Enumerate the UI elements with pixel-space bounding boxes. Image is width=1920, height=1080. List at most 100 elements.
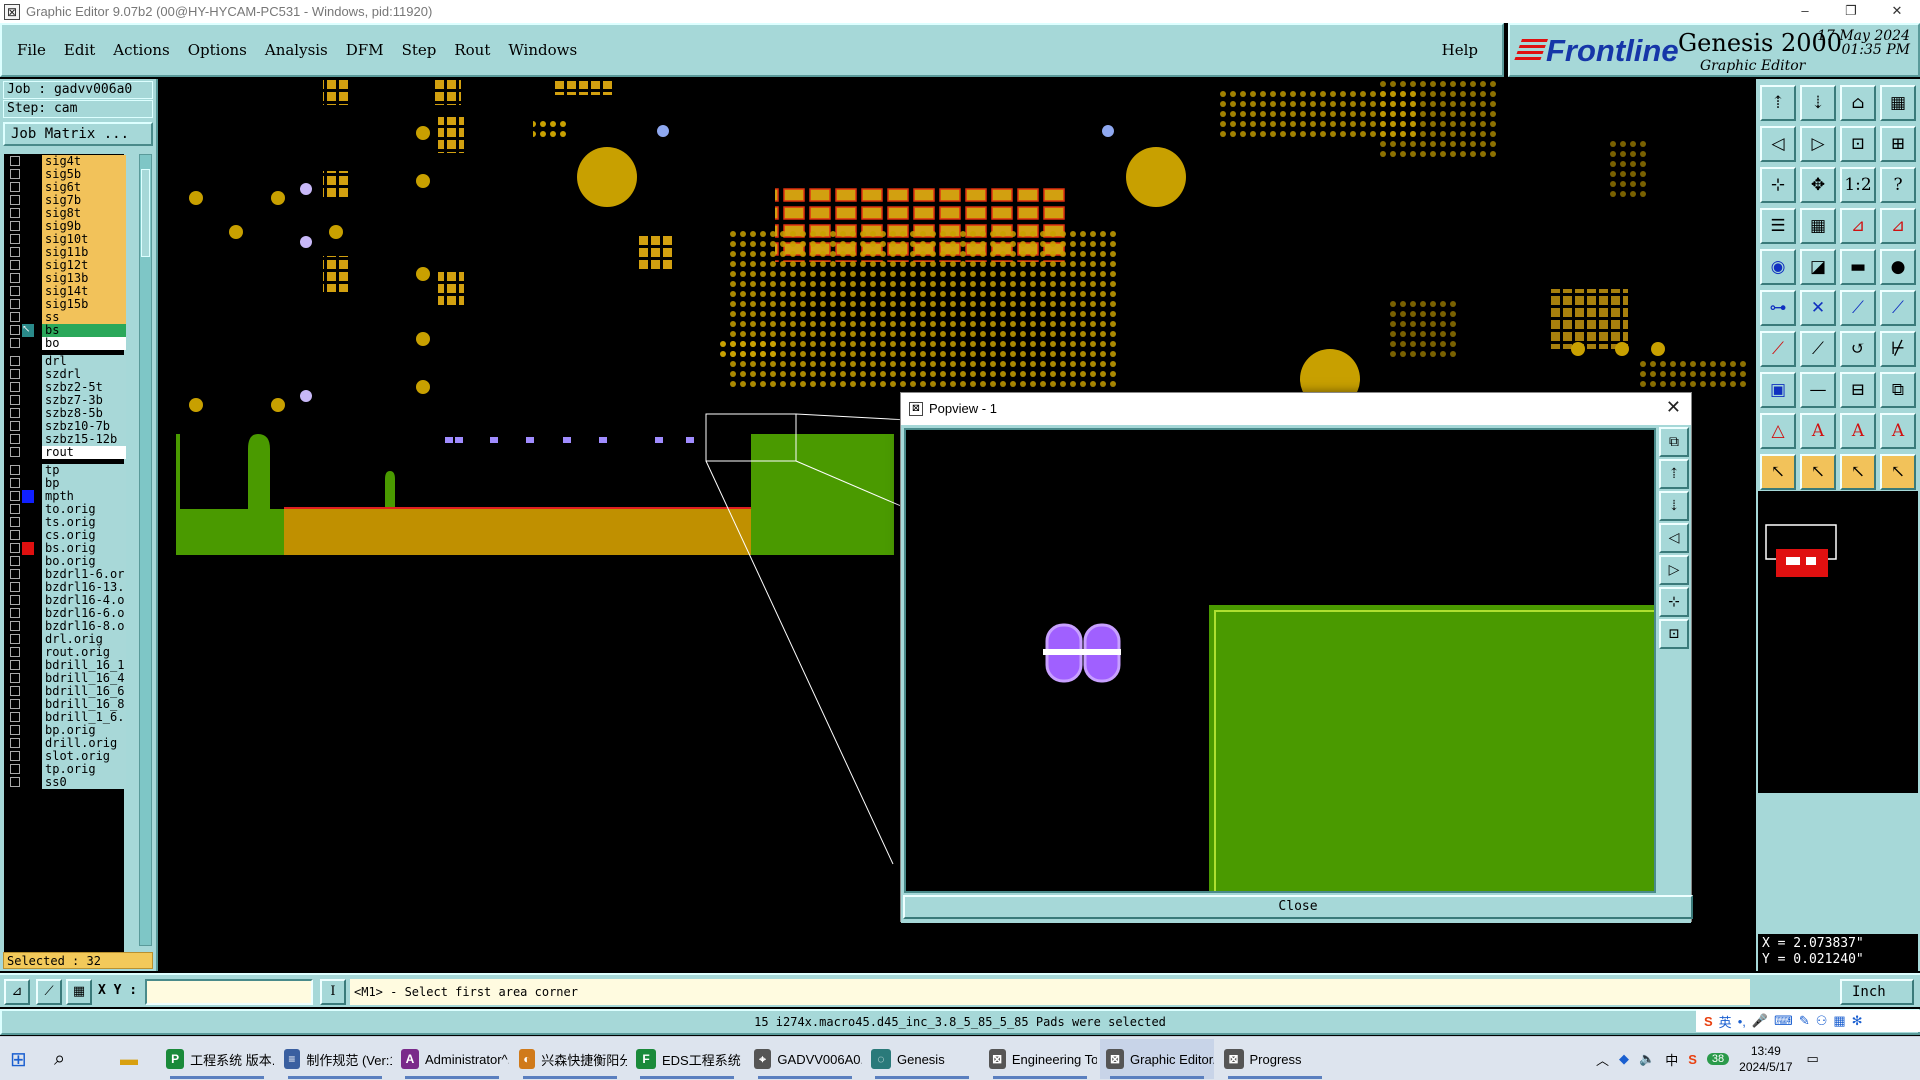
layer-row[interactable]: bzdrl16-13. [4,580,126,594]
layer-checkbox[interactable] [10,221,20,231]
layer-checkbox[interactable] [10,169,20,179]
layer-name[interactable]: bs.orig [42,541,126,555]
menu-options[interactable]: Options [179,41,256,59]
input-lang[interactable]: 中 [1665,1050,1678,1069]
tray-badge[interactable]: 38 [1706,1053,1730,1065]
line-node-icon[interactable]: ⟋ [1840,290,1876,326]
layer-checkbox[interactable] [10,647,20,657]
layer-name[interactable]: ts.orig [42,515,126,529]
layer-name[interactable]: bp [42,476,126,490]
taskbar-app[interactable]: ⌖ GADVV006A0... [748,1039,862,1079]
layer-row[interactable]: szdrl [4,367,126,381]
circle-icon[interactable]: ● [1880,249,1916,285]
popview-home-icon[interactable]: ⊡ [1659,619,1689,649]
layer-row[interactable]: bzdrl16-4.o [4,593,126,607]
layer-name[interactable]: bzdrl1-6.or [42,567,126,581]
layer-name[interactable]: to.orig [42,502,126,516]
settings-icon[interactable]: ✻ [1852,1013,1863,1029]
popview-fit-icon[interactable]: ⊹ [1659,587,1689,617]
layer-row[interactable]: tp.orig [4,762,126,776]
layer-name[interactable]: bzdrl16-13. [42,580,126,594]
taskbar-app[interactable]: ◐ 兴森快捷衡阳分... [513,1039,627,1079]
line-dash-icon[interactable]: — [1800,372,1836,408]
ime-mode[interactable]: 英 [1719,1012,1732,1031]
text-a3-icon[interactable]: A [1880,413,1916,449]
ime-toolbar[interactable]: S 英 •, 🎤 ⌨ ✎ ⚇ ▦ ✻ [1696,1010,1920,1032]
layer-name[interactable]: sig14t [42,284,126,298]
layer-row[interactable]: szbz7-3b [4,393,126,407]
menu-windows[interactable]: Windows [499,41,586,59]
line-red-icon[interactable]: ⟋ [1760,331,1796,367]
layer-checkbox[interactable] [10,260,20,270]
layer-name[interactable]: bzdrl16-6.o [42,606,126,620]
layer-row[interactable]: szbz10-7b [4,419,126,433]
layer-checkbox[interactable] [10,478,20,488]
tray-clock[interactable]: 13:49 2024/5/17 [1739,1043,1792,1075]
taskbar-app[interactable]: A Administrator^... [395,1039,509,1079]
layer-row[interactable]: sig14t [4,284,126,298]
menu-rout[interactable]: Rout [445,41,499,59]
layer-row[interactable]: bdrill_16_1 [4,658,126,672]
sogou-icon[interactable]: S [1704,1014,1713,1029]
layer-row[interactable]: sig4t [4,154,126,168]
taskbar-app[interactable]: ⊠ Progress [1218,1039,1332,1079]
skin-icon[interactable]: ✎ [1799,1013,1810,1029]
square-red-icon[interactable]: ▣ [1760,372,1796,408]
layer-name[interactable]: tp.orig [42,762,126,776]
text-a-icon[interactable]: A [1800,413,1836,449]
taskbar-app[interactable]: ⊠ Graphic Editor... [1100,1039,1214,1079]
zoom-right-icon[interactable]: ▷ [1800,126,1836,162]
layer-row[interactable]: bdrill_1_6. [4,710,126,724]
layer-name[interactable]: szbz7-3b [42,393,126,407]
punct-icon[interactable]: •, [1738,1014,1746,1029]
layer-name[interactable]: sig6t [42,180,126,194]
layer-name[interactable]: rout [42,445,126,459]
layer-checkbox[interactable] [10,777,20,787]
popview-close-button[interactable]: Close [903,895,1693,919]
volume-icon[interactable]: 🔈 [1639,1051,1655,1067]
triangle-icon[interactable]: △ [1760,413,1796,449]
arc-icon[interactable]: ↺ [1840,331,1876,367]
window-icon[interactable]: ▦ [1880,85,1916,121]
layer-name[interactable]: drl [42,354,126,368]
layer-checkbox[interactable] [10,356,20,366]
grid-mode-icon[interactable]: ▦ [66,979,92,1005]
text-cursor-icon[interactable]: I [320,979,346,1005]
layer-checkbox[interactable] [10,504,20,514]
game-icon[interactable]: ⚇ [1816,1013,1828,1029]
layer-name[interactable]: sig5b [42,167,126,181]
layer-row[interactable]: sig10t [4,232,126,246]
notification-icon[interactable]: ▭ [1807,1051,1819,1067]
layer-name[interactable]: bo [42,336,126,350]
menu-analysis[interactable]: Analysis [256,41,337,59]
layer-checkbox[interactable] [10,673,20,683]
line-node2-icon[interactable]: ⟋ [1880,290,1916,326]
layer-name[interactable]: bo.orig [42,554,126,568]
layer-row[interactable]: bo.orig [4,554,126,568]
layer-row[interactable]: sig13b [4,271,126,285]
popview-close-icon[interactable]: ✕ [1666,397,1681,419]
menu-step[interactable]: Step [393,41,446,59]
layer-checkbox[interactable] [10,517,20,527]
layer-name[interactable]: drill.orig [42,736,126,750]
layer-row[interactable]: slot.orig [4,749,126,763]
taskbar-app[interactable]: ◌ Genesis [865,1039,979,1079]
security-icon[interactable]: ◆ [1619,1051,1629,1067]
minimize-button[interactable]: – [1782,0,1828,23]
layer-checkbox[interactable] [10,408,20,418]
layer-checkbox[interactable] [10,686,20,696]
layer-checkbox[interactable] [10,556,20,566]
line-split-icon[interactable]: ⊬ [1880,331,1916,367]
layer-row[interactable]: tp [4,463,126,477]
layer-checkbox[interactable] [10,234,20,244]
layer-checkbox[interactable] [10,608,20,618]
layer-name[interactable]: drl.orig [42,632,126,646]
fit-window-icon[interactable]: ⊹ [1760,167,1796,203]
layer-scrollbar[interactable] [139,154,152,946]
menu-help[interactable]: Help [1442,41,1478,59]
scale-1-2-icon[interactable]: 1:2 [1840,167,1876,203]
taskbar-app[interactable]: F EDS工程系统 [630,1039,744,1079]
layer-checkbox[interactable] [10,543,20,553]
mic-icon[interactable]: 🎤 [1752,1013,1768,1029]
cross-icon[interactable]: ✕ [1800,290,1836,326]
